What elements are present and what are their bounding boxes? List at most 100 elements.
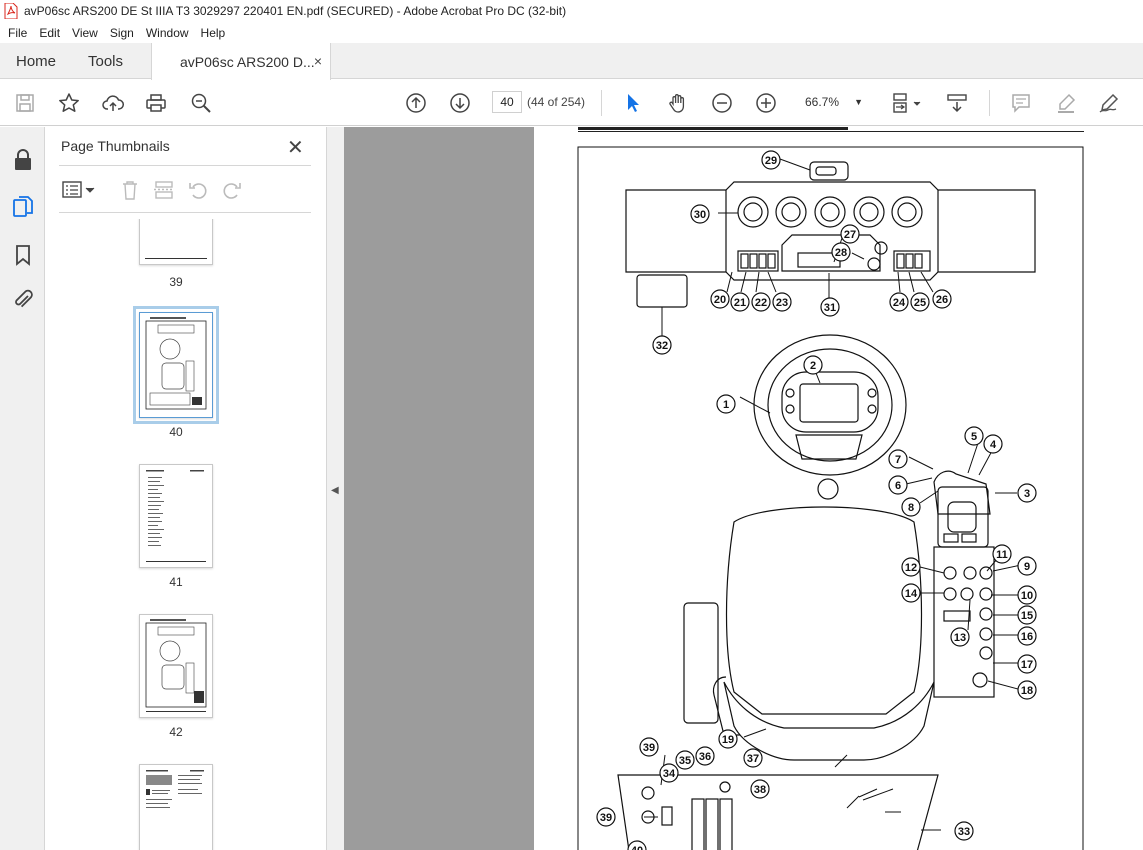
callout-label: 18 xyxy=(1021,685,1033,697)
callout-label: 38 xyxy=(754,784,766,796)
main-toolbar: 40 (44 of 254) 66.7% ▼ xyxy=(0,80,1143,126)
callout-label: 2 xyxy=(810,360,816,372)
page-thumbnail-42[interactable] xyxy=(139,614,213,718)
page-number-input[interactable]: 40 xyxy=(492,91,522,113)
menu-file[interactable]: File xyxy=(0,26,33,40)
tab-document-label: avP06sc ARS200 D... xyxy=(180,53,315,70)
attachment-icon[interactable] xyxy=(11,288,35,312)
zoom-search-icon[interactable] xyxy=(188,90,214,116)
page-thumbnail-43[interactable] xyxy=(139,764,213,850)
tab-document[interactable]: avP06sc ARS200 D... × xyxy=(151,43,331,80)
joystick xyxy=(933,470,991,515)
tab-bar: Home Tools avP06sc ARS200 D... × xyxy=(0,43,1143,80)
next-page-icon[interactable] xyxy=(447,90,473,116)
bookmark-icon[interactable] xyxy=(11,243,35,267)
callout-label: 31 xyxy=(824,302,836,314)
zoom-in-icon[interactable] xyxy=(753,90,779,116)
page-heading-fragment xyxy=(578,127,848,130)
select-cursor-icon[interactable] xyxy=(620,90,646,116)
zoom-out-icon[interactable] xyxy=(709,90,735,116)
collapse-panel-icon[interactable]: ◀ xyxy=(331,485,339,496)
page-thumbnail-41[interactable] xyxy=(139,464,213,568)
previous-page-icon[interactable] xyxy=(403,90,429,116)
gauge-row xyxy=(737,196,923,228)
pdf-page: 1 2 3 4 5 6 7 8 9 10 11 12 13 14 15 16 17 18 19 20 21 22 23 24 2… xyxy=(534,127,1143,850)
lock-icon[interactable] xyxy=(11,148,35,172)
panel-toolbar xyxy=(59,175,309,205)
thumbnail-label: 40 xyxy=(169,425,183,439)
callout-label: 5 xyxy=(971,431,977,443)
callout-label: 33 xyxy=(958,826,970,838)
callout-label: 35 xyxy=(679,755,691,767)
pages-icon[interactable] xyxy=(11,195,35,219)
panel-title: Page Thumbnails xyxy=(61,138,170,154)
panel-splitter[interactable]: ◀ xyxy=(326,127,344,850)
thumbnail-options-icon[interactable] xyxy=(61,179,97,201)
page-thumbnail-39[interactable] xyxy=(139,219,213,265)
menu-view[interactable]: View xyxy=(66,26,104,40)
cloud-upload-icon[interactable] xyxy=(100,90,126,116)
control-display-2 xyxy=(781,371,879,433)
callout-label: 28 xyxy=(835,247,847,259)
callout-label: 10 xyxy=(1021,590,1033,602)
zoom-level-select[interactable]: 66.7% ▼ xyxy=(797,91,869,113)
menu-window[interactable]: Window xyxy=(140,26,195,40)
print-icon[interactable] xyxy=(143,90,169,116)
callout-label: 15 xyxy=(1021,610,1033,622)
comment-icon[interactable] xyxy=(1008,90,1034,116)
seat-cushion xyxy=(723,681,935,761)
callout-label: 1 xyxy=(723,399,729,411)
tab-tools[interactable]: Tools xyxy=(88,43,123,79)
callout-label: 34 xyxy=(663,768,676,780)
toolbar-divider xyxy=(601,90,602,116)
callout-label: 21 xyxy=(734,297,746,309)
document-view[interactable]: 1 2 3 4 5 6 7 8 9 10 11 12 13 14 15 16 17 18 19 20 21 22 23 24 2… xyxy=(344,127,1143,850)
panel-divider xyxy=(59,165,311,166)
menu-sign[interactable]: Sign xyxy=(104,26,140,40)
callout-label: 27 xyxy=(844,229,856,241)
thumbnails-panel: Page Thumbnails ✕ 39 40 41 42 xyxy=(45,127,361,850)
close-tab-icon[interactable]: × xyxy=(314,53,322,69)
switch-32 xyxy=(636,274,688,308)
page-thumbnail-40[interactable] xyxy=(133,306,219,424)
callout-label: 25 xyxy=(914,297,926,309)
callout-label: 30 xyxy=(694,209,706,221)
callout-label: 29 xyxy=(765,155,777,167)
callout-label: 37 xyxy=(747,753,759,765)
scroll-mode-icon[interactable] xyxy=(944,90,970,116)
window-title: avP06sc ARS200 DE St IIIA T3 3029297 220… xyxy=(24,4,567,18)
tab-home[interactable]: Home xyxy=(16,43,56,79)
zoom-level-value: 66.7% xyxy=(805,95,840,109)
steering-wheel xyxy=(753,334,907,476)
title-bar: avP06sc ARS200 DE St IIIA T3 3029297 220… xyxy=(0,0,1143,22)
page-count: (44 of 254) xyxy=(527,95,586,109)
callout-label: 39 xyxy=(600,812,612,824)
highlight-pen-icon[interactable] xyxy=(1053,90,1079,116)
callout-label: 11 xyxy=(996,549,1008,561)
page-thumbnail-preview xyxy=(145,619,207,712)
callout-label: 13 xyxy=(954,632,966,644)
rotate-left-icon[interactable] xyxy=(187,179,209,201)
thumbnail-label: 41 xyxy=(169,575,183,589)
callout-label: 22 xyxy=(755,297,767,309)
delete-page-icon[interactable] xyxy=(119,179,141,201)
callout-group: 1234567891011121314151617181920 21 22 23 24 2… xyxy=(596,150,1037,850)
callout-label: 9 xyxy=(1024,561,1030,573)
extract-page-icon[interactable] xyxy=(153,179,175,201)
save-icon[interactable] xyxy=(12,90,38,116)
callout-label: 16 xyxy=(1021,631,1033,643)
callout-label: 36 xyxy=(699,751,711,763)
close-panel-icon[interactable]: ✕ xyxy=(287,135,304,160)
menu-edit[interactable]: Edit xyxy=(33,26,66,40)
rotate-right-icon[interactable] xyxy=(221,179,243,201)
callout-label: 24 xyxy=(893,297,906,309)
star-icon[interactable] xyxy=(56,90,82,116)
menu-help[interactable]: Help xyxy=(195,26,232,40)
hand-tool-icon[interactable] xyxy=(665,90,691,116)
left-rail xyxy=(0,127,45,850)
callout-label: 20 xyxy=(714,294,726,306)
page-fit-icon[interactable] xyxy=(888,90,924,116)
page-thumbnail-preview xyxy=(146,470,206,562)
chevron-down-icon: ▼ xyxy=(854,97,863,107)
sign-pen-icon[interactable] xyxy=(1096,90,1122,116)
